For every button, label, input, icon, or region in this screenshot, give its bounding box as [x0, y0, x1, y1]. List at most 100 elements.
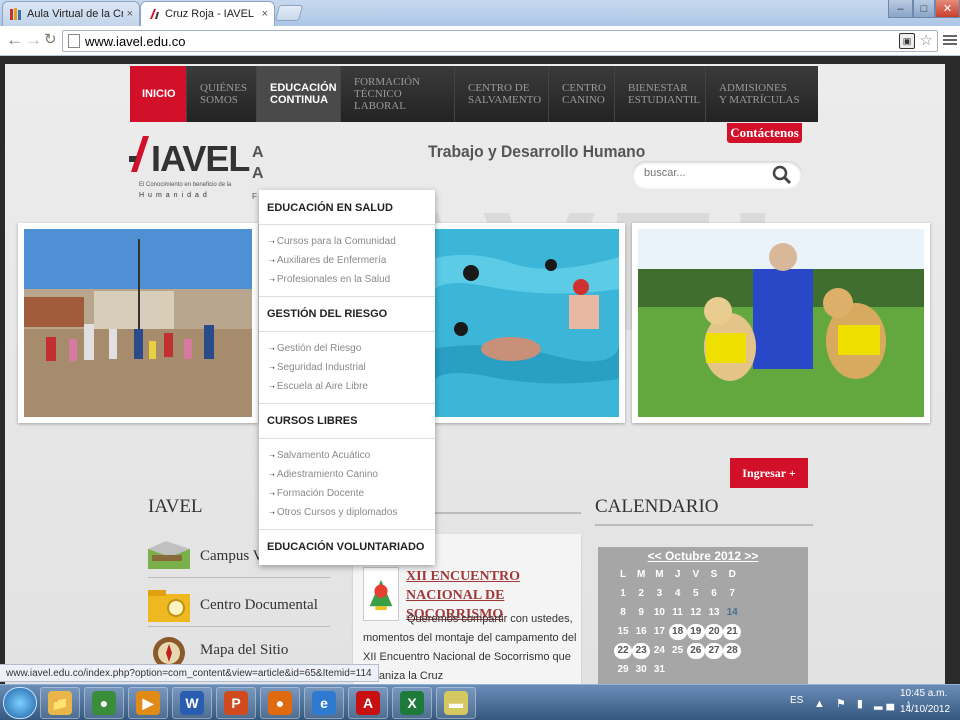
menu-item-bienestar[interactable]: BIENESTAR ESTUDIANTIL — [615, 66, 706, 122]
calendar-day[interactable]: 30 — [632, 662, 650, 678]
dropdown-item[interactable]: Auxiliares de Enfermería — [269, 255, 387, 266]
forward-arrow-icon[interactable]: → — [25, 31, 42, 49]
calendar-day[interactable]: 25 — [669, 643, 687, 659]
calendar-day[interactable]: 11 — [669, 605, 687, 621]
slider-photo-dogs[interactable] — [632, 223, 930, 423]
dropdown-heading[interactable]: GESTIÓN DEL RIESGO — [267, 308, 387, 320]
dropdown-heading[interactable]: CURSOS LIBRES — [267, 415, 357, 427]
tab-close-icon[interactable]: × — [127, 8, 133, 20]
calendar-day[interactable]: 2 — [632, 586, 650, 602]
taskbar-app-powerpoint[interactable]: P — [216, 687, 256, 719]
iavel-logo[interactable]: IAVEL El Conocimiento en beneficio de la… — [129, 130, 250, 206]
calendar-day[interactable]: 23 — [632, 643, 651, 659]
calendar-day[interactable]: 20 — [705, 624, 723, 640]
slider-photo-pool[interactable] — [425, 223, 625, 423]
taskbar-app-notes[interactable]: ▬ — [436, 687, 476, 719]
menu-item-admisiones[interactable]: ADMISIONES Y MATRÍCULAS — [706, 66, 818, 122]
calendar-day[interactable]: 9 — [632, 605, 650, 621]
link-centro-documental[interactable]: Centro Documental — [148, 585, 330, 627]
calendar-day[interactable]: 5 — [687, 586, 705, 602]
calendar-day[interactable]: 15 — [614, 624, 632, 640]
dropdown-item[interactable]: Gestión del Riesgo — [269, 343, 362, 354]
calendar-day[interactable]: 22 — [614, 643, 632, 659]
calendar-day[interactable]: 14 — [723, 605, 741, 621]
calendar-day[interactable]: 3 — [650, 586, 668, 602]
slider-photo-children[interactable] — [18, 223, 258, 423]
calendar-day[interactable]: 6 — [705, 586, 723, 602]
calendar-day[interactable]: 26 — [686, 643, 705, 659]
dropdown-item[interactable]: Otros Cursos y diplomados — [269, 507, 398, 518]
reload-icon[interactable]: ↻ — [44, 31, 57, 49]
menu-icon[interactable] — [943, 33, 957, 47]
clock-date[interactable]: 14/10/2012 — [900, 704, 950, 715]
menu-item-centro-salvamento[interactable]: CENTRO DE SALVAMENTO — [455, 66, 549, 122]
tab-cruz-roja[interactable]: Cruz Roja - IAVEL × — [140, 1, 275, 26]
url-text[interactable]: www.iavel.edu.co — [85, 34, 185, 49]
maximize-button[interactable]: □ — [913, 0, 935, 18]
calendar-day[interactable]: 16 — [632, 624, 650, 640]
calendar-day[interactable]: 12 — [687, 605, 705, 621]
search-input[interactable] — [644, 167, 764, 179]
calendar-day[interactable]: 28 — [723, 643, 742, 659]
language-indicator[interactable]: ES — [790, 695, 803, 706]
calendar-day[interactable]: 4 — [669, 586, 687, 602]
tab-aula-virtual[interactable]: Aula Virtual de la Cruz Roja × — [2, 1, 140, 26]
menu-item-centro-canino[interactable]: CENTRO CANINO — [549, 66, 615, 122]
taskbar-app-acrobat[interactable]: A — [348, 687, 388, 719]
minimize-button[interactable]: – — [888, 0, 913, 18]
taskbar-app-media[interactable]: ▶ — [128, 687, 168, 719]
dropdown-divider — [259, 438, 435, 439]
dropdown-item[interactable]: Profesionales en la Salud — [269, 274, 390, 285]
taskbar-app-excel[interactable]: X — [392, 687, 432, 719]
start-button[interactable] — [3, 687, 37, 719]
clock-time[interactable]: 10:45 a.m. — [900, 688, 947, 699]
calendar-day[interactable]: 31 — [650, 662, 668, 678]
taskbar-app-chrome[interactable]: ● — [84, 687, 124, 719]
taskbar-app-explorer[interactable]: 📁 — [40, 687, 80, 719]
taskbar-app-ie[interactable]: e — [304, 687, 344, 719]
dropdown-item[interactable]: Formación Docente — [269, 488, 364, 499]
dropdown-item[interactable]: Cursos para la Comunidad — [269, 236, 396, 247]
calendar-day[interactable]: 8 — [614, 605, 632, 621]
address-bar[interactable]: www.iavel.edu.co ▣ ☆ — [62, 30, 938, 52]
menu-item-educacion-continua[interactable]: EDUCACIÓN CONTINUA — [257, 66, 341, 122]
new-tab-button[interactable] — [274, 5, 304, 21]
dropdown-item[interactable]: Seguridad Industrial — [269, 362, 366, 373]
menu-item-formacion[interactable]: FORMACIÓN TÉCNICO LABORAL — [341, 66, 455, 122]
calendar-day[interactable]: 18 — [668, 624, 687, 640]
back-arrow-icon[interactable]: ← — [6, 31, 23, 49]
taskbar-app-firefox[interactable]: ● — [260, 687, 300, 719]
calendar-day[interactable]: 10 — [650, 605, 668, 621]
contact-button[interactable]: Contáctenos — [727, 123, 802, 143]
iavel-favicon-icon — [150, 9, 159, 19]
dropdown-heading[interactable]: EDUCACIÓN EN SALUD — [267, 202, 393, 214]
close-window-button[interactable]: ✕ — [935, 0, 960, 18]
browser-toolbar: ← → ↻ www.iavel.edu.co ▣ ☆ — [0, 26, 960, 56]
calendar-day[interactable]: 29 — [614, 662, 632, 678]
calendar-weekday: S — [710, 569, 718, 580]
dropdown-item[interactable]: Escuela al Aire Libre — [269, 381, 368, 392]
calendar-widget: << Octubre 2012 >> L M M J V S D 1 2 3 4 5 6 7 8 9 10 11 1… — [598, 547, 808, 684]
word-icon: W — [180, 691, 204, 715]
notes-icon: ▬ — [444, 691, 468, 715]
extension-icon[interactable]: ▣ — [899, 33, 915, 49]
headline-fragment: F — [252, 192, 257, 201]
tab-close-icon[interactable]: × — [262, 8, 268, 20]
calendar-day[interactable]: 19 — [686, 624, 705, 640]
dropdown-heading[interactable]: EDUCACIÓN VOLUNTARIADO — [267, 541, 424, 553]
calendar-day[interactable]: 13 — [705, 605, 723, 621]
bookmark-star-icon[interactable]: ☆ — [920, 31, 933, 49]
dropdown-item[interactable]: Salvamento Acuático — [269, 450, 370, 461]
calendar-day[interactable]: 21 — [723, 624, 742, 640]
taskbar-app-word[interactable]: W — [172, 687, 212, 719]
menu-item-inicio[interactable]: INICIO — [130, 66, 187, 122]
calendar-day[interactable]: 24 — [650, 643, 668, 659]
calendar-day[interactable]: 7 — [723, 586, 741, 602]
dropdown-item[interactable]: Adiestramiento Canino — [269, 469, 378, 480]
calendar-month-nav[interactable]: << Octubre 2012 >> — [598, 549, 808, 563]
menu-item-quienes-somos[interactable]: QUIÉNES SOMOS — [187, 66, 257, 122]
search-icon[interactable] — [772, 165, 792, 185]
calendar-day[interactable]: 27 — [705, 643, 723, 659]
calendar-day[interactable]: 1 — [614, 586, 632, 602]
calendar-day[interactable]: 17 — [650, 624, 668, 640]
